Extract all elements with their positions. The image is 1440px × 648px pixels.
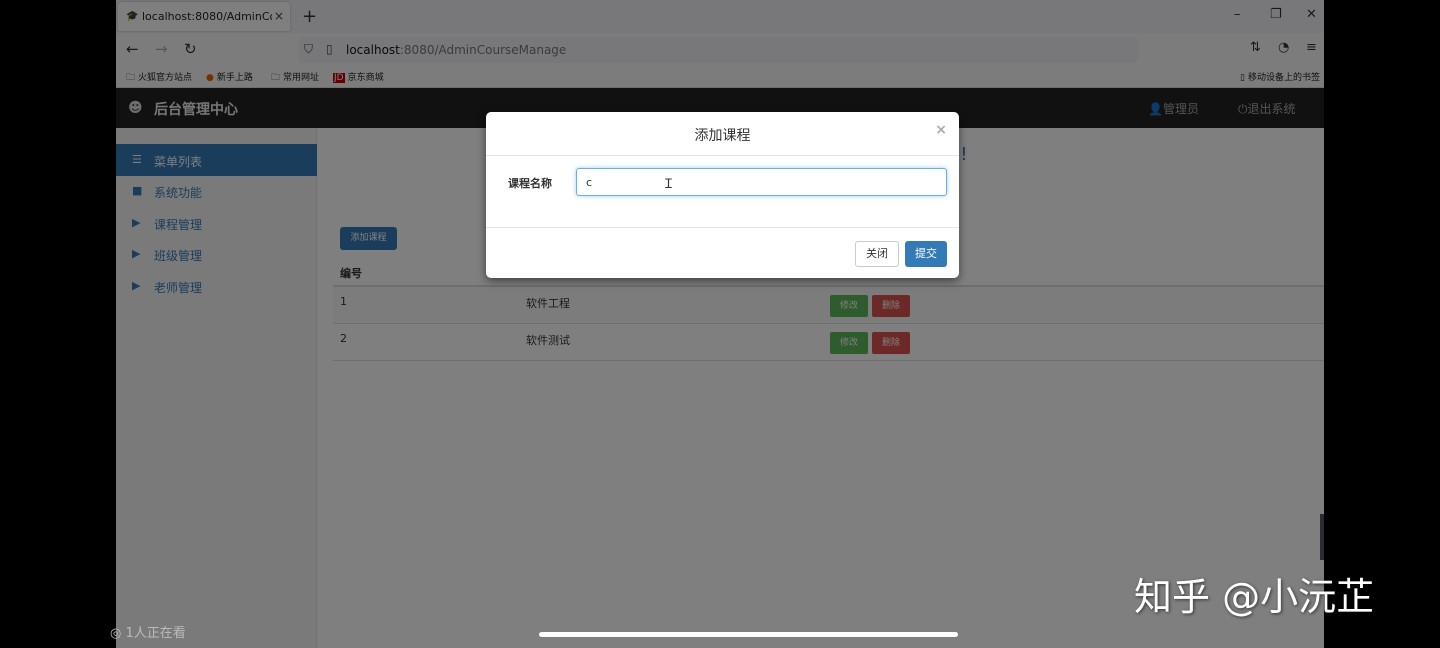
modal-footer: 关闭 提交 <box>486 228 959 278</box>
modal-header: 添加课程 × <box>486 112 959 156</box>
modal-title: 添加课程 <box>694 128 751 144</box>
modal-backdrop[interactable] <box>116 0 1324 648</box>
add-course-modal: 添加课程 × 课程名称 Ｉ 关闭 提交 <box>486 112 959 278</box>
viewers-icon: ◎ <box>110 626 122 641</box>
modal-body: 课程名称 Ｉ <box>486 156 959 228</box>
course-name-label: 课程名称 <box>508 177 552 190</box>
screen: 🎓 localhost:8080/AdminCourseManage × + –… <box>116 0 1324 648</box>
text-cursor-icon: Ｉ <box>662 177 676 192</box>
watermark: 知乎 @小沅芷 <box>1134 575 1375 619</box>
viewer-count: ◎ 1人正在看 <box>110 626 186 641</box>
close-icon[interactable]: × <box>935 122 947 138</box>
close-button[interactable]: 关闭 <box>855 241 899 267</box>
course-name-input[interactable] <box>576 168 947 196</box>
home-indicator[interactable] <box>539 632 958 637</box>
submit-button[interactable]: 提交 <box>905 241 947 267</box>
